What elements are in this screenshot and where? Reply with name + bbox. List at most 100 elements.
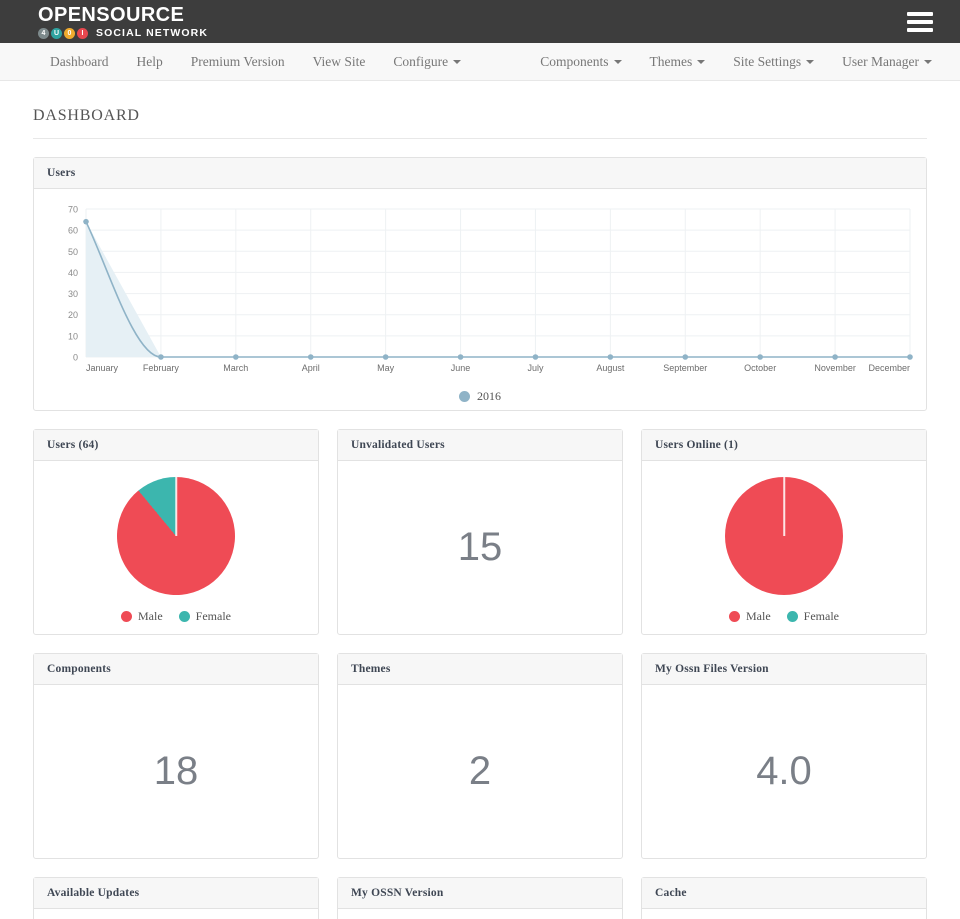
nav-item-dashboard[interactable]: Dashboard	[44, 54, 122, 70]
unvalidated-users-value: 15	[457, 525, 503, 569]
nav-item-site-settings[interactable]: Site Settings	[719, 54, 828, 70]
panel-cache-title: Cache	[642, 878, 926, 909]
svg-text:10: 10	[68, 331, 78, 341]
chevron-down-icon	[453, 60, 462, 65]
users-area-chart[interactable]: 0 10 20 30 40 50 60 70 January February March April…	[40, 201, 920, 381]
nav-label-configure: Configure	[393, 53, 449, 69]
panel-available-updates-title: Available Updates	[34, 878, 318, 909]
nav-label-user-manager: User Manager	[842, 53, 919, 69]
pie-seam	[783, 477, 785, 536]
panel-users-online: Users Online (1) Male Female	[641, 429, 927, 635]
nav-item-components[interactable]: Components	[534, 54, 635, 70]
nav-item-premium-version[interactable]: Premium Version	[177, 54, 299, 70]
brand-logo[interactable]: OPENSOURCE 4 U 0 I SOCIAL NETWORK	[38, 5, 208, 39]
panel-my-ossn-version: My OSSN Version	[337, 877, 623, 919]
nav-item-user-manager[interactable]: User Manager	[828, 54, 932, 70]
panel-users-pie-title: Users (64)	[34, 430, 318, 461]
brand-title: OPENSOURCE	[38, 3, 185, 26]
svg-text:50: 50	[68, 247, 78, 257]
nav-label-components: Components	[540, 53, 609, 69]
nav-item-view-site[interactable]: View Site	[299, 54, 380, 70]
nav-label-site-settings: Site Settings	[733, 53, 802, 69]
my-ossn-version-body	[338, 909, 622, 919]
brand-badge-3: 0	[64, 27, 75, 39]
svg-text:April: April	[302, 363, 320, 373]
panel-available-updates: Available Updates	[33, 877, 319, 919]
nav-label-help: Help	[136, 53, 163, 69]
page-title: DASHBOARD	[33, 81, 927, 139]
panel-my-ossn-version-title: My OSSN Version	[338, 878, 622, 909]
available-updates-body	[34, 909, 318, 919]
panel-cache: Cache	[641, 877, 927, 919]
panel-users-online-title: Users Online (1)	[642, 430, 926, 461]
svg-text:60: 60	[68, 226, 78, 236]
themes-value: 2	[468, 749, 492, 793]
svg-text:February: February	[143, 363, 180, 373]
users-online-pie-legend: Male Female	[729, 609, 839, 624]
panel-themes: Themes 2	[337, 653, 623, 859]
svg-text:July: July	[527, 363, 544, 373]
legend-dot-2016	[459, 391, 470, 402]
users-gender-pie-chart[interactable]	[92, 452, 260, 620]
cache-body	[642, 909, 926, 919]
nav-item-themes[interactable]: Themes	[636, 54, 720, 70]
panel-unvalidated-users-title: Unvalidated Users	[338, 430, 622, 461]
svg-text:June: June	[451, 363, 471, 373]
panel-ossn-files-version: My Ossn Files Version 4.0	[641, 653, 927, 859]
svg-text:0: 0	[73, 353, 78, 363]
users-online-gender-pie-chart[interactable]	[725, 477, 843, 595]
panel-users-chart: Users 0 10 20 30 40 50 60 70 January February Marc…	[33, 157, 927, 411]
legend-swatch-male	[121, 611, 132, 622]
panel-components: Components 18	[33, 653, 319, 859]
svg-text:November: November	[814, 363, 856, 373]
svg-text:70: 70	[68, 205, 78, 215]
navbar-right-group: Components Themes Site Settings User Man…	[534, 54, 932, 70]
panel-users-chart-title: Users	[34, 158, 926, 189]
users-online-pie-body: Male Female	[642, 461, 926, 634]
svg-text:30: 30	[68, 289, 78, 299]
nav-item-help[interactable]: Help	[122, 54, 176, 70]
page-content: DASHBOARD Users 0 10 20 30 40 50 60 70 January Fe…	[0, 81, 960, 919]
hamburger-icon[interactable]	[907, 11, 933, 32]
legend-label-male: Male	[746, 609, 771, 623]
panel-users-pie: Users (64) Male Female	[33, 429, 319, 635]
nav-label-view-site: View Site	[312, 53, 366, 69]
cards-row-2: Users (64) Male Female Unvalidated Users…	[33, 429, 927, 653]
components-value: 18	[153, 749, 199, 793]
svg-text:40: 40	[68, 268, 78, 278]
top-header-bar: OPENSOURCE 4 U 0 I SOCIAL NETWORK	[0, 0, 960, 43]
legend-entry-female: Female	[786, 609, 839, 624]
brand-subtitle: SOCIAL NETWORK	[96, 26, 209, 39]
panel-components-title: Components	[34, 654, 318, 685]
users-chart-legend: 2016	[40, 381, 920, 406]
pie-seam	[175, 477, 177, 536]
legend-label-male: Male	[138, 609, 163, 623]
legend-label-female: Female	[803, 609, 839, 623]
legend-entry-female: Female	[178, 609, 231, 624]
nav-item-configure[interactable]: Configure	[379, 54, 475, 70]
chevron-down-icon	[697, 60, 706, 65]
legend-label-2016: 2016	[477, 389, 501, 403]
svg-text:January: January	[86, 363, 119, 373]
panel-themes-title: Themes	[338, 654, 622, 685]
legend-swatch-male	[729, 611, 740, 622]
users-pie-body: Male Female	[34, 452, 318, 634]
svg-text:December: December	[868, 363, 910, 373]
svg-text:May: May	[377, 363, 395, 373]
svg-text:March: March	[223, 363, 248, 373]
brand-badge-2: U	[51, 27, 62, 39]
cards-row-4: Available Updates My OSSN Version Cache	[33, 877, 927, 919]
chevron-down-icon	[806, 60, 815, 65]
brand-subline: 4 U 0 I SOCIAL NETWORK	[38, 26, 209, 39]
users-pie-legend: Male Female	[121, 609, 231, 624]
navbar-left-group: Dashboard Help Premium Version View Site…	[44, 54, 475, 70]
brand-badge-1: 4	[38, 27, 49, 39]
chevron-down-icon	[613, 60, 622, 65]
panel-ossn-files-version-title: My Ossn Files Version	[642, 654, 926, 685]
legend-swatch-female	[178, 611, 190, 622]
legend-entry-male: Male	[729, 609, 771, 624]
brand-badge-4: I	[77, 27, 88, 39]
nav-label-themes: Themes	[649, 53, 693, 69]
svg-text:October: October	[744, 363, 776, 373]
svg-text:August: August	[596, 363, 625, 373]
